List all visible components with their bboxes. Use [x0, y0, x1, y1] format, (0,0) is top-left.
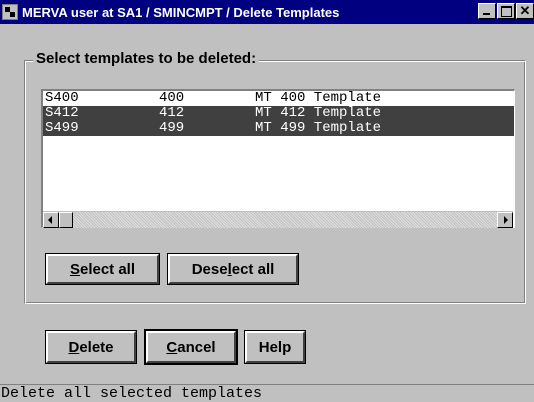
select-all-label: elect all [79, 260, 136, 278]
template-name: S412 [45, 105, 79, 121]
cancel-label: ancel [177, 338, 216, 356]
status-text: Delete all selected templates [1, 385, 263, 402]
template-description: MT 499 Template [255, 120, 382, 136]
template-number: 400 [159, 90, 185, 106]
title-bar[interactable]: MERVA user at SA1 / SMINCMPT / Delete Te… [0, 0, 534, 24]
delete-mnemonic: D [68, 338, 80, 356]
template-number: 412 [159, 105, 185, 121]
list-item[interactable]: S412 412 MT 412 Template [43, 106, 514, 121]
cancel-mnemonic: C [166, 338, 178, 356]
help-button[interactable]: Help [244, 330, 306, 364]
template-number: 499 [159, 120, 185, 136]
minimize-icon[interactable] [478, 3, 496, 19]
scroll-thumb[interactable] [59, 212, 73, 228]
group-label: Select templates to be deleted: [33, 50, 260, 67]
list-item[interactable]: S499 499 MT 499 Template [43, 121, 514, 136]
horizontal-scrollbar[interactable] [43, 211, 513, 228]
template-description: MT 412 Template [255, 105, 382, 121]
deselect-all-label-pre: Dese [191, 260, 228, 278]
title-buttons: ✕ [477, 3, 534, 19]
delete-label: elete [79, 338, 114, 356]
window-title: MERVA user at SA1 / SMINCMPT / Delete Te… [22, 4, 340, 20]
delete-button[interactable]: Delete [45, 330, 137, 364]
help-label: Help [258, 338, 292, 356]
cancel-button[interactable]: Cancel [144, 329, 238, 365]
scroll-track[interactable] [73, 212, 497, 228]
templates-listbox[interactable]: S400 400 MT 400 Template S412 412 MT 412… [41, 89, 515, 228]
arrow-left-icon[interactable] [43, 212, 59, 228]
app-system-icon[interactable] [2, 4, 18, 20]
maximize-icon[interactable] [497, 3, 515, 19]
select-all-mnemonic: S [69, 260, 80, 278]
close-icon[interactable]: ✕ [516, 3, 534, 19]
delete-templates-window: MERVA user at SA1 / SMINCMPT / Delete Te… [0, 0, 534, 402]
template-name: S499 [45, 120, 79, 136]
template-name: S400 [45, 90, 79, 106]
deselect-all-label: ect all [231, 260, 275, 278]
status-bar: Delete all selected templates [0, 384, 534, 402]
arrow-right-icon[interactable] [497, 212, 513, 228]
select-all-button[interactable]: Select all [45, 253, 160, 285]
template-description: MT 400 Template [255, 90, 382, 106]
list-item[interactable]: S400 400 MT 400 Template [43, 91, 514, 106]
deselect-all-button[interactable]: Dese l ect all [167, 253, 299, 285]
